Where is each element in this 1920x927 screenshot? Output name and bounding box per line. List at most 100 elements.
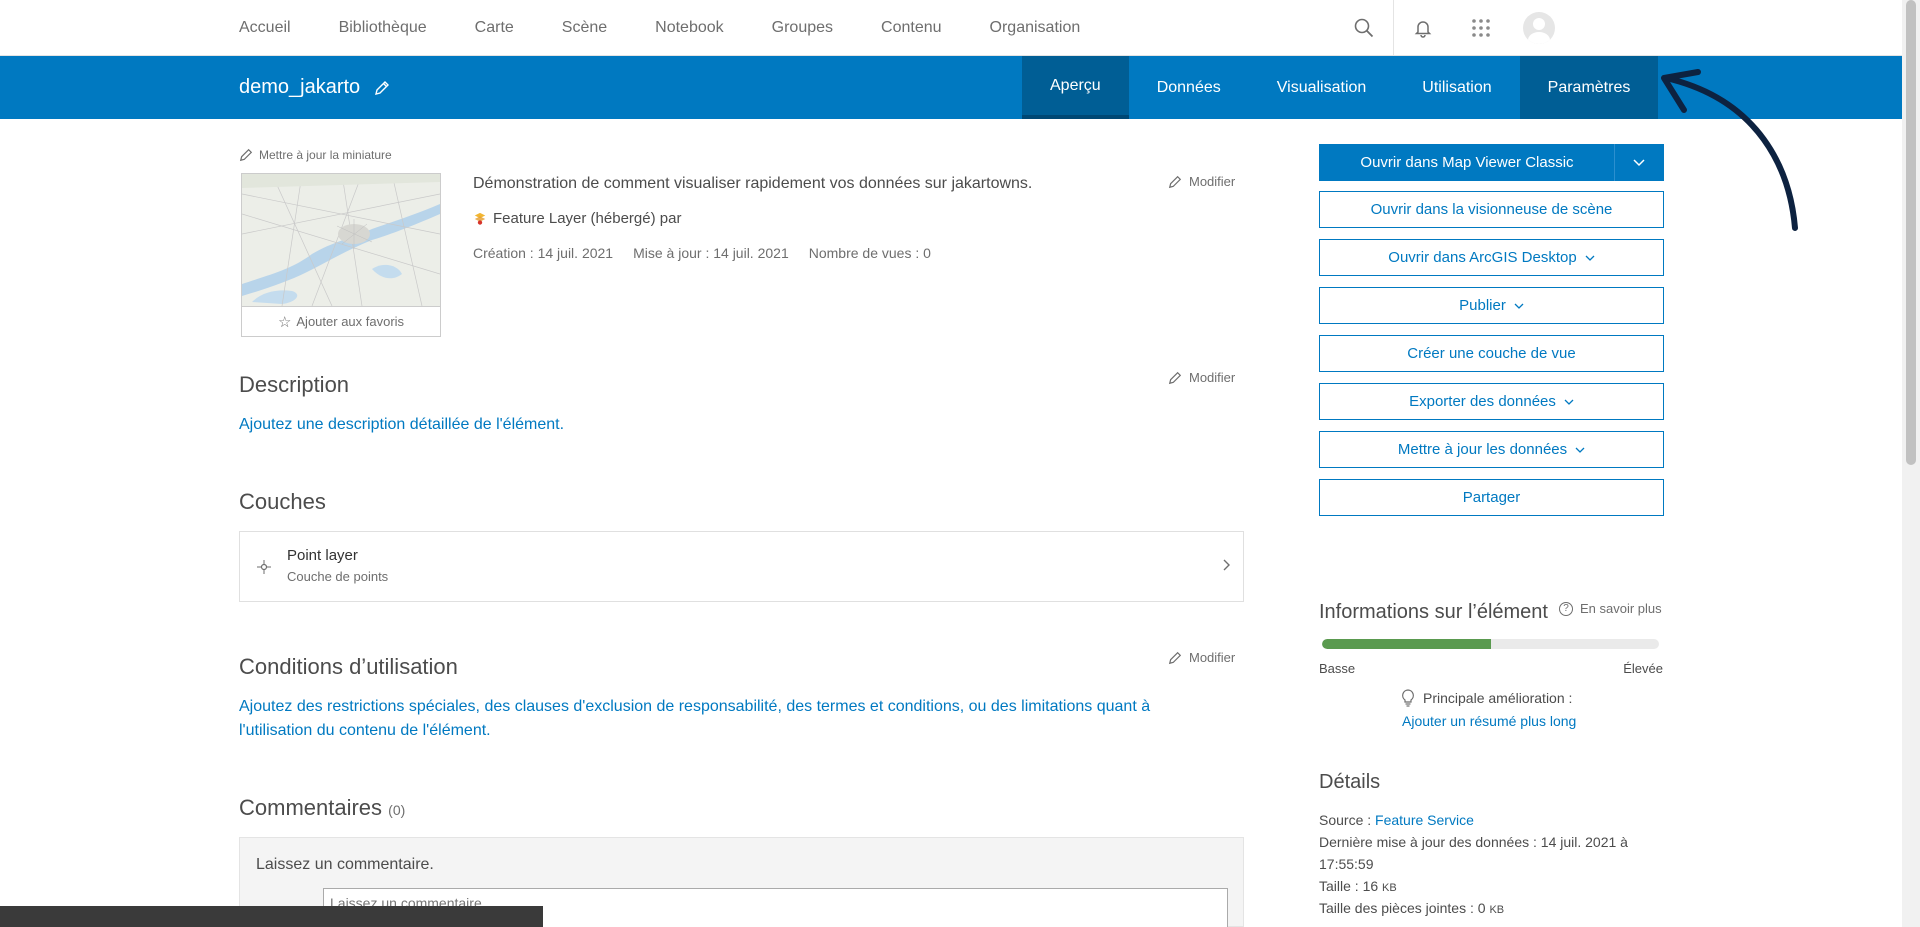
modify-terms-button[interactable]: Modifier — [1168, 650, 1235, 665]
score-low-label: Basse — [1319, 661, 1356, 676]
thumbnail: ☆ Ajouter aux favoris — [241, 173, 441, 337]
update-data-button[interactable]: Mettre à jour les données — [1319, 431, 1664, 468]
bottom-toast — [0, 906, 543, 927]
tab-donnees[interactable]: Données — [1129, 56, 1249, 119]
add-longer-summary-link[interactable]: Ajouter un résumé plus long — [1402, 713, 1576, 729]
help-icon: ? — [1559, 601, 1573, 616]
thumbnail-map-image — [242, 174, 440, 306]
open-scene-viewer-button[interactable]: Ouvrir dans la visionneuse de scène — [1319, 191, 1664, 228]
modify-label: Modifier — [1189, 174, 1236, 189]
main-menu: Accueil Bibliothèque Carte Scène Noteboo… — [239, 0, 1128, 56]
description-title: Description — [239, 372, 350, 397]
item-title-text: demo_jakarto — [239, 76, 361, 98]
updated-date: Mise à jour : 14 juil. 2021 — [633, 245, 789, 261]
pencil-icon — [1168, 175, 1182, 188]
item-type-label: Feature Layer (hébergé) par — [493, 210, 682, 227]
layer-item-point-layer[interactable]: Point layer Couche de points — [239, 531, 1244, 602]
tab-apercu[interactable]: Aperçu — [1022, 56, 1129, 119]
lightbulb-icon — [1402, 689, 1414, 707]
nav-organisation[interactable]: Organisation — [990, 19, 1081, 37]
chevron-down-icon — [1633, 158, 1645, 166]
modify-label: Modifier — [1189, 370, 1236, 385]
source-label: Source : — [1319, 812, 1372, 828]
top-navigation: Accueil Bibliothèque Carte Scène Noteboo… — [0, 0, 1902, 56]
search-icon[interactable] — [1335, 0, 1393, 56]
add-description-link[interactable]: Ajoutez une description détaillée de l'é… — [239, 413, 564, 437]
item-info-title: Informations sur l’élément — [1319, 601, 1548, 623]
item-tabs: Aperçu Données Visualisation Utilisation… — [1022, 56, 1659, 119]
annotation-arrow-icon — [1661, 69, 1798, 231]
tab-visualisation[interactable]: Visualisation — [1249, 56, 1395, 119]
item-summary: Démonstration de comment visualiser rapi… — [473, 175, 1033, 192]
open-arcgis-desktop-button[interactable]: Ouvrir dans ArcGIS Desktop — [1319, 239, 1664, 276]
share-button[interactable]: Partager — [1319, 479, 1664, 516]
nav-accueil[interactable]: Accueil — [239, 19, 291, 37]
update-thumbnail-link[interactable]: Mettre à jour la miniature — [239, 148, 392, 162]
button-label: Ouvrir dans la visionneuse de scène — [1370, 201, 1613, 218]
comment-prompt: Laissez un commentaire. — [256, 856, 434, 873]
publish-button[interactable]: Publier — [1319, 287, 1664, 324]
avatar — [1523, 12, 1555, 44]
terms-title: Conditions d’utilisation — [239, 654, 458, 679]
chevron-down-icon — [1585, 255, 1595, 261]
comments-title-text: Commentaires — [239, 795, 383, 820]
nav-bibliotheque[interactable]: Bibliothèque — [339, 19, 427, 37]
nav-notebook[interactable]: Notebook — [655, 19, 724, 37]
learn-more-link[interactable]: ? En savoir plus — [1559, 601, 1662, 616]
pencil-icon — [1168, 651, 1182, 664]
score-high-label: Élevée — [1623, 661, 1663, 676]
user-menu[interactable] — [1510, 0, 1568, 56]
button-label: Mettre à jour les données — [1397, 441, 1568, 458]
tab-utilisation[interactable]: Utilisation — [1394, 56, 1519, 119]
item-type: Feature Layer (hébergé) par — [473, 210, 681, 227]
chevron-down-icon — [1575, 447, 1585, 453]
learn-more-label: En savoir plus — [1580, 601, 1662, 616]
page-scrollbar[interactable] — [1902, 0, 1920, 927]
modify-description-button[interactable]: Modifier — [1168, 370, 1235, 385]
details-title: Détails — [1319, 771, 1381, 793]
export-data-button[interactable]: Exporter des données — [1319, 383, 1664, 420]
pencil-icon — [1168, 371, 1182, 384]
chevron-down-icon — [1564, 399, 1574, 405]
modify-summary-button[interactable]: Modifier — [1168, 174, 1235, 189]
details-size: Taille : 16 KB — [1319, 875, 1397, 899]
nav-scene[interactable]: Scène — [562, 19, 607, 37]
created-date: Création : 14 juil. 2021 — [473, 245, 614, 261]
edit-title-pencil-icon[interactable] — [374, 80, 390, 96]
layer-type: Couche de points — [287, 569, 389, 584]
view-count: Nombre de vues : 0 — [808, 245, 931, 261]
button-label: Publier — [1459, 297, 1506, 314]
scrollbar-thumb[interactable] — [1906, 0, 1916, 465]
create-view-layer-button[interactable]: Créer une couche de vue — [1319, 335, 1664, 372]
top-improvement: Principale amélioration : — [1401, 689, 1572, 707]
add-terms-link[interactable]: Ajoutez des restrictions spéciales, des … — [239, 695, 1199, 743]
item-info-score-bar — [1322, 639, 1659, 649]
button-label: Partager — [1462, 489, 1521, 506]
attachments-size-label: Taille des pièces jointes : 0 — [1319, 900, 1486, 916]
layer-name: Point layer — [287, 547, 358, 564]
apps-grid-icon[interactable] — [1452, 0, 1510, 56]
bell-icon[interactable] — [1394, 0, 1452, 56]
size-unit: KB — [1382, 882, 1397, 894]
add-to-favorites-button[interactable]: ☆ Ajouter aux favoris — [242, 306, 440, 336]
score-fill — [1322, 639, 1491, 649]
nav-groupes[interactable]: Groupes — [772, 19, 833, 37]
chevron-down-icon — [1514, 303, 1524, 309]
feature-layer-icon — [474, 212, 486, 225]
item-header: demo_jakarto Aperçu Données Visualisatio… — [0, 56, 1902, 119]
open-map-viewer-classic-label: Ouvrir dans Map Viewer Classic — [1360, 154, 1574, 171]
nav-carte[interactable]: Carte — [475, 19, 514, 37]
tab-parametres[interactable]: Paramètres — [1519, 56, 1659, 119]
star-icon: ☆ — [277, 313, 292, 331]
attachments-size-unit: KB — [1489, 904, 1505, 916]
button-label: Créer une couche de vue — [1407, 345, 1576, 362]
source-link[interactable]: Feature Service — [1375, 812, 1474, 828]
chevron-right-icon — [1223, 559, 1230, 571]
nav-contenu[interactable]: Contenu — [881, 19, 942, 37]
open-options-dropdown[interactable] — [1614, 144, 1663, 181]
comments-count: (0) — [388, 802, 406, 818]
open-map-viewer-classic-button[interactable]: Ouvrir dans Map Viewer Classic — [1319, 144, 1664, 181]
header-tools — [1335, 0, 1568, 56]
add-to-favorites-label: Ajouter aux favoris — [296, 314, 405, 329]
details-source: Source : Feature Service — [1319, 809, 1474, 831]
